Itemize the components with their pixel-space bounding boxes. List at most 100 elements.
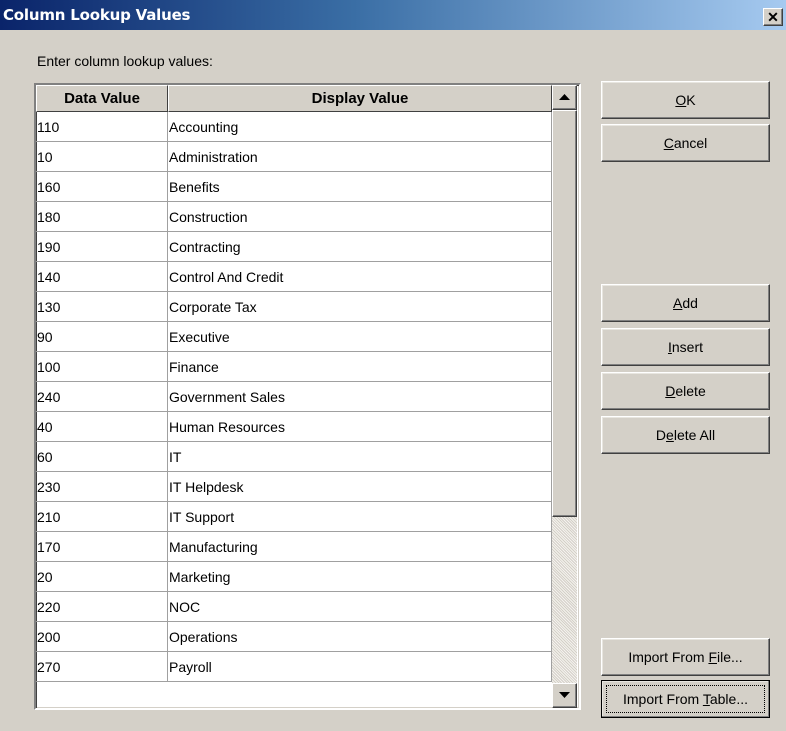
scroll-up-arrow-icon: [559, 94, 570, 100]
close-button[interactable]: ✕: [763, 8, 783, 26]
grid-rows: 110 Accounting 10 Administration 160 Benefits…: [36, 112, 552, 682]
table-row[interactable]: 60 IT: [36, 442, 552, 472]
add-button[interactable]: Add: [601, 284, 770, 322]
button-label: Add: [673, 295, 698, 311]
close-icon: ✕: [767, 9, 779, 25]
data-value-cell[interactable]: 110: [36, 112, 168, 142]
focus-rectangle: [606, 685, 765, 713]
button-mnemonic: e: [666, 427, 674, 443]
insert-button[interactable]: Insert: [601, 328, 770, 366]
display-value-cell[interactable]: NOC: [168, 592, 552, 622]
data-value-cell[interactable]: 240: [36, 382, 168, 412]
table-row[interactable]: 90 Executive: [36, 322, 552, 352]
button-label-text: K: [686, 92, 696, 108]
display-value-cell[interactable]: Benefits: [168, 172, 552, 202]
display-value-cell[interactable]: Accounting: [168, 112, 552, 142]
table-row[interactable]: 130 Corporate Tax: [36, 292, 552, 322]
scroll-down-arrow-icon: [559, 692, 570, 698]
button-label-text: ile...: [717, 649, 743, 665]
display-value-cell[interactable]: Control And Credit: [168, 262, 552, 292]
column-header-display-value[interactable]: Display Value: [168, 85, 552, 112]
data-value-cell[interactable]: 60: [36, 442, 168, 472]
button-label-text: Import From: [628, 649, 709, 665]
table-row[interactable]: 170 Manufacturing: [36, 532, 552, 562]
table-row[interactable]: 10 Administration: [36, 142, 552, 172]
table-row[interactable]: 220 NOC: [36, 592, 552, 622]
display-value-cell[interactable]: Marketing: [168, 562, 552, 592]
table-row[interactable]: 100 Finance: [36, 352, 552, 382]
table-row[interactable]: 210 IT Support: [36, 502, 552, 532]
button-label-text: nsert: [671, 339, 703, 355]
data-value-cell[interactable]: 10: [36, 142, 168, 172]
prompt-label: Enter column lookup values:: [37, 53, 213, 69]
scroll-down-button[interactable]: [552, 683, 577, 708]
display-value-cell[interactable]: Manufacturing: [168, 532, 552, 562]
display-value-cell[interactable]: IT: [168, 442, 552, 472]
table-row[interactable]: 190 Contracting: [36, 232, 552, 262]
button-label: Delete: [665, 383, 705, 399]
data-value-cell[interactable]: 170: [36, 532, 168, 562]
display-value-cell[interactable]: Contracting: [168, 232, 552, 262]
display-value-cell[interactable]: Human Resources: [168, 412, 552, 442]
table-row[interactable]: 230 IT Helpdesk: [36, 472, 552, 502]
import-from-table-button[interactable]: Import From Table...: [601, 680, 770, 718]
import-from-file-button[interactable]: Import From File...: [601, 638, 770, 676]
data-value-cell[interactable]: 160: [36, 172, 168, 202]
delete-all-button[interactable]: Delete All: [601, 416, 770, 454]
scroll-thumb[interactable]: [552, 110, 577, 517]
display-value-cell[interactable]: Government Sales: [168, 382, 552, 412]
vertical-scrollbar[interactable]: [552, 85, 577, 708]
button-label-text: lete All: [673, 427, 716, 443]
data-value-cell[interactable]: 130: [36, 292, 168, 322]
display-value-cell[interactable]: Construction: [168, 202, 552, 232]
display-value-cell[interactable]: IT Support: [168, 502, 552, 532]
display-value-cell[interactable]: Corporate Tax: [168, 292, 552, 322]
data-value-cell[interactable]: 180: [36, 202, 168, 232]
lookup-grid[interactable]: Data Value Display Value 110 Accounting 10…: [34, 83, 581, 710]
button-label: Cancel: [664, 135, 708, 151]
table-row[interactable]: 180 Construction: [36, 202, 552, 232]
display-value-cell[interactable]: Administration: [168, 142, 552, 172]
display-value-cell[interactable]: Executive: [168, 322, 552, 352]
table-row[interactable]: 140 Control And Credit: [36, 262, 552, 292]
button-label: OK: [675, 92, 695, 108]
button-label-text: dd: [682, 295, 698, 311]
button-mnemonic: A: [673, 295, 683, 311]
data-value-cell[interactable]: 20: [36, 562, 168, 592]
scroll-up-button[interactable]: [552, 85, 577, 110]
button-label-text: D: [655, 427, 667, 443]
button-label-text: elete: [675, 383, 706, 399]
data-value-cell[interactable]: 40: [36, 412, 168, 442]
display-value-cell[interactable]: Operations: [168, 622, 552, 652]
window-title: Column Lookup Values: [3, 6, 191, 24]
button-label: Insert: [668, 339, 703, 355]
data-value-cell[interactable]: 90: [36, 322, 168, 352]
data-value-cell[interactable]: 190: [36, 232, 168, 262]
display-value-cell[interactable]: IT Helpdesk: [168, 472, 552, 502]
display-value-cell[interactable]: Finance: [168, 352, 552, 382]
table-row[interactable]: 20 Marketing: [36, 562, 552, 592]
button-mnemonic: C: [663, 135, 674, 151]
display-value-cell[interactable]: Payroll: [168, 652, 552, 682]
button-label-text: ancel: [673, 135, 708, 151]
data-value-cell[interactable]: 200: [36, 622, 168, 652]
data-value-cell[interactable]: 270: [36, 652, 168, 682]
data-value-cell[interactable]: 210: [36, 502, 168, 532]
table-row[interactable]: 240 Government Sales: [36, 382, 552, 412]
delete-button[interactable]: Delete: [601, 372, 770, 410]
data-value-cell[interactable]: 140: [36, 262, 168, 292]
table-row[interactable]: 270 Payroll: [36, 652, 552, 682]
button-label: Delete All: [656, 427, 715, 443]
title-bar: Column Lookup Values ✕: [0, 0, 786, 30]
ok-button[interactable]: OK: [601, 81, 770, 119]
table-row[interactable]: 40 Human Resources: [36, 412, 552, 442]
data-value-cell[interactable]: 100: [36, 352, 168, 382]
data-value-cell[interactable]: 220: [36, 592, 168, 622]
table-row[interactable]: 200 Operations: [36, 622, 552, 652]
table-row[interactable]: 160 Benefits: [36, 172, 552, 202]
table-row[interactable]: 110 Accounting: [36, 112, 552, 142]
button-mnemonic: D: [665, 383, 676, 399]
column-header-data-value[interactable]: Data Value: [36, 85, 168, 112]
cancel-button[interactable]: Cancel: [601, 124, 770, 162]
data-value-cell[interactable]: 230: [36, 472, 168, 502]
